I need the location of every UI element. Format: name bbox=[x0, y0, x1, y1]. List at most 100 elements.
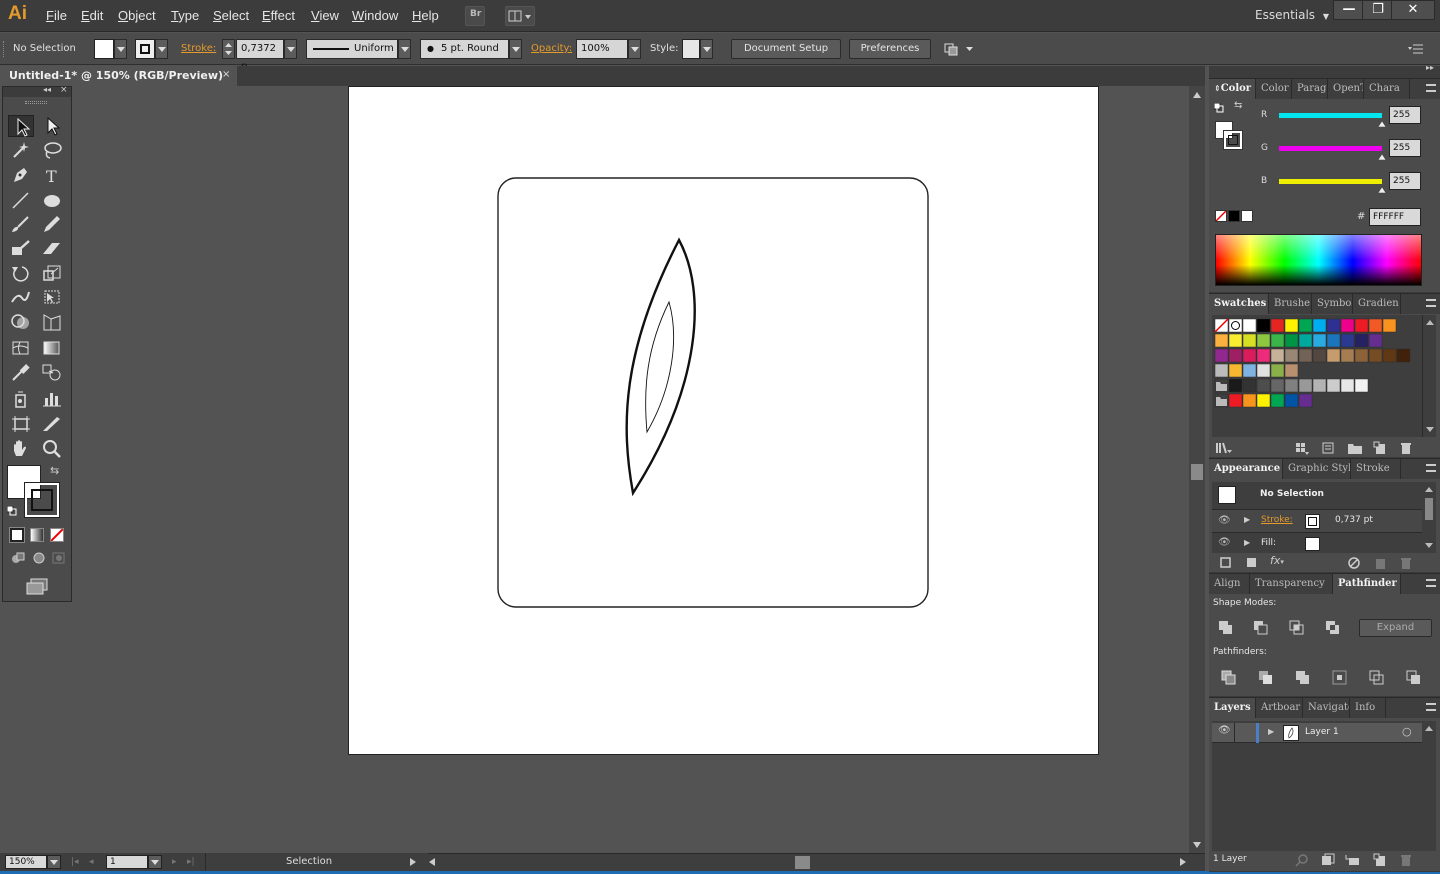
document-tab[interactable]: Untitled-1* @ 150% (RGB/Preview) bbox=[0, 66, 237, 86]
pencil-tool[interactable] bbox=[39, 213, 65, 235]
eraser-tool[interactable] bbox=[39, 237, 65, 259]
menu-object[interactable]: Object bbox=[118, 8, 156, 23]
stroke-weight-stepper[interactable] bbox=[222, 39, 235, 59]
menu-type[interactable]: Type bbox=[171, 8, 199, 23]
artboard-number-input[interactable]: 1 bbox=[106, 855, 148, 869]
swatch-cell[interactable] bbox=[1214, 363, 1229, 378]
expand-triangle-icon[interactable]: ▶ bbox=[1268, 727, 1274, 736]
new-swatch-button[interactable] bbox=[1373, 441, 1387, 455]
panel-menu-icon[interactable] bbox=[1426, 84, 1436, 92]
delete-layer-button[interactable] bbox=[1399, 853, 1413, 867]
default-colors-icon[interactable] bbox=[1213, 102, 1224, 113]
menu-file[interactable]: File bbox=[46, 8, 67, 23]
brush-select[interactable]: ● 5 pt. Round bbox=[420, 39, 509, 59]
swatch-cell[interactable] bbox=[1326, 318, 1341, 333]
none-mode-button[interactable] bbox=[50, 528, 64, 542]
swatch-cell[interactable] bbox=[1256, 348, 1271, 363]
swatch-cell[interactable] bbox=[1228, 333, 1243, 348]
next-artboard-icon[interactable]: ▸ bbox=[172, 857, 177, 867]
r-value-input[interactable]: 255 bbox=[1389, 106, 1421, 124]
panel-menu-icon[interactable] bbox=[1426, 579, 1436, 587]
swatch-cell[interactable] bbox=[1312, 333, 1327, 348]
new-layer-button[interactable] bbox=[1373, 853, 1387, 867]
none-color-button[interactable] bbox=[1215, 210, 1227, 222]
scroll-down-icon[interactable] bbox=[1426, 427, 1434, 432]
swatch-cell[interactable] bbox=[1340, 348, 1355, 363]
close-document-button[interactable]: × bbox=[222, 69, 230, 80]
minus-back-button[interactable] bbox=[1406, 670, 1422, 686]
swatch-cell[interactable] bbox=[1242, 333, 1257, 348]
fill-row[interactable]: 👁 ▶ Fill: bbox=[1212, 534, 1422, 553]
swatch-cell[interactable] bbox=[1368, 348, 1383, 363]
leaf-outer-shape[interactable] bbox=[625, 237, 696, 497]
new-color-group-button[interactable] bbox=[1347, 441, 1363, 455]
swatch-cell[interactable] bbox=[1354, 318, 1369, 333]
type-tool[interactable]: T bbox=[39, 164, 65, 186]
swatch-cell[interactable] bbox=[1326, 378, 1341, 393]
artboard[interactable] bbox=[348, 86, 1099, 755]
graphic-style-swatch[interactable] bbox=[682, 39, 700, 59]
swatch-cell[interactable] bbox=[1270, 363, 1285, 378]
swatch-cell[interactable] bbox=[1326, 333, 1341, 348]
swatch-cell[interactable] bbox=[1214, 333, 1229, 348]
make-clipping-mask-button[interactable] bbox=[1321, 853, 1335, 867]
swatch-cell[interactable] bbox=[1256, 333, 1271, 348]
zoom-input[interactable]: 150% bbox=[5, 855, 47, 869]
swatch-cell[interactable] bbox=[1256, 393, 1271, 408]
swatch-cell[interactable] bbox=[1214, 348, 1229, 363]
g-slider-thumb[interactable] bbox=[1377, 150, 1387, 163]
swatch-cell[interactable] bbox=[1312, 378, 1327, 393]
swatch-cell[interactable] bbox=[1382, 318, 1397, 333]
draw-behind-button[interactable] bbox=[31, 551, 47, 565]
pen-tool[interactable] bbox=[8, 164, 34, 186]
stroke-swatch[interactable] bbox=[1305, 514, 1320, 529]
fill-dropdown[interactable] bbox=[114, 39, 127, 59]
last-artboard-icon[interactable]: ▸| bbox=[187, 857, 195, 867]
status-menu-button[interactable] bbox=[408, 856, 418, 871]
color-mode-button[interactable] bbox=[9, 527, 25, 543]
opacity-input[interactable]: 100% bbox=[576, 39, 628, 59]
swatch-cell[interactable] bbox=[1340, 378, 1355, 393]
opacity-label[interactable]: Opacity: bbox=[531, 43, 572, 54]
layer-name[interactable]: Layer 1 bbox=[1305, 727, 1339, 737]
swatch-cell[interactable] bbox=[1368, 333, 1383, 348]
black-color-button[interactable] bbox=[1228, 210, 1240, 222]
swatch-cell[interactable] bbox=[1354, 378, 1369, 393]
delete-item-button[interactable] bbox=[1399, 556, 1413, 570]
swatch-cell[interactable] bbox=[1368, 318, 1383, 333]
menu-select[interactable]: Select bbox=[213, 8, 249, 23]
swatch-cell[interactable] bbox=[1242, 348, 1257, 363]
swatch-cell[interactable] bbox=[1298, 333, 1313, 348]
show-swatch-kinds-button[interactable] bbox=[1295, 441, 1309, 455]
tab-layers[interactable]: Layers bbox=[1209, 698, 1256, 718]
vertical-scroll-thumb[interactable] bbox=[1191, 464, 1203, 480]
unite-button[interactable] bbox=[1218, 620, 1234, 636]
hex-value-input[interactable]: FFFFFF bbox=[1369, 208, 1421, 226]
stroke-weight-input[interactable]: 0,7372 p bbox=[236, 39, 284, 72]
swatch-cell[interactable] bbox=[1228, 348, 1243, 363]
zoom-tool[interactable] bbox=[39, 437, 65, 459]
ellipse-tool[interactable] bbox=[39, 189, 65, 211]
bridge-button[interactable]: Br bbox=[465, 6, 485, 26]
expand-button[interactable]: Expand bbox=[1359, 619, 1432, 637]
mesh-tool[interactable] bbox=[8, 337, 34, 359]
expand-triangle-icon[interactable]: ▶ bbox=[1244, 515, 1250, 524]
blend-tool[interactable] bbox=[39, 361, 65, 383]
collapse-icon[interactable]: ◂◂ bbox=[43, 85, 51, 94]
swatch-cell[interactable] bbox=[1242, 393, 1257, 408]
tab-align[interactable]: Align bbox=[1209, 574, 1250, 594]
direct-selection-tool[interactable] bbox=[39, 115, 65, 137]
collapse-icon[interactable]: ▸▸ bbox=[1426, 63, 1434, 72]
locate-object-button[interactable] bbox=[1295, 853, 1309, 867]
fx-button[interactable]: fx▾ bbox=[1270, 554, 1284, 567]
tab-pathfinder[interactable]: Pathfinder bbox=[1333, 574, 1401, 594]
arrange-documents-button[interactable] bbox=[505, 6, 535, 26]
swatch-cell[interactable] bbox=[1284, 348, 1299, 363]
swatch-cell[interactable] bbox=[1312, 348, 1327, 363]
swatch-cell[interactable] bbox=[1312, 318, 1327, 333]
stroke-row[interactable]: 👁 ▶ Stroke: 0,737 pt bbox=[1212, 509, 1422, 533]
crop-button[interactable] bbox=[1332, 670, 1348, 686]
gradient-mode-button[interactable] bbox=[30, 528, 44, 542]
screen-mode-button[interactable] bbox=[25, 577, 49, 595]
panel-menu-icon[interactable] bbox=[1426, 703, 1436, 711]
